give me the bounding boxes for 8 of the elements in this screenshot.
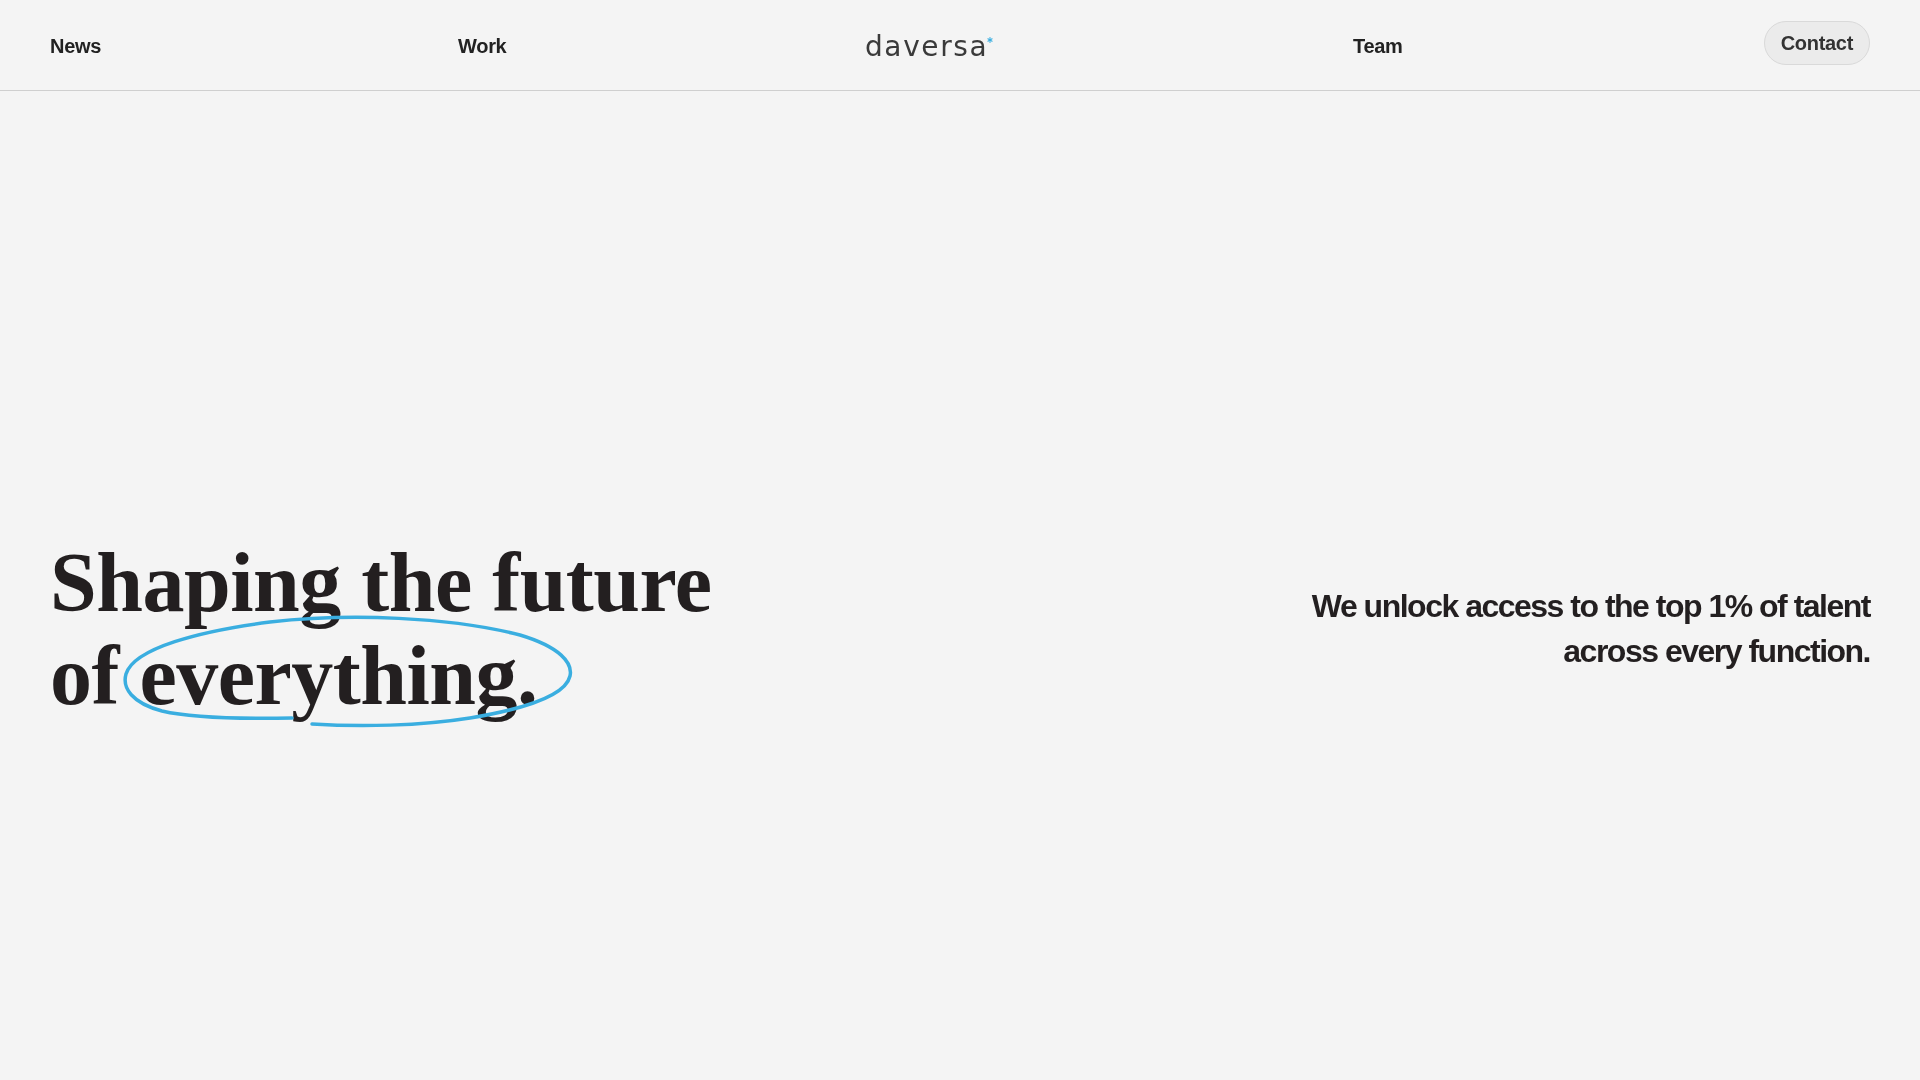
contact-button[interactable]: Contact	[1763, 21, 1870, 65]
nav-link[interactable]: News	[50, 34, 102, 58]
tagline: We unlock access to the top 1% of talent across every function.	[1310, 587, 1870, 671]
headline: Shaping the future of everything.	[50, 536, 712, 722]
nav-link[interactable]: Team	[1353, 34, 1403, 58]
asterisk-icon	[987, 37, 994, 43]
nav-link[interactable]: Work	[458, 34, 507, 58]
logo-wordmark[interactable]: daversa	[865, 31, 989, 63]
